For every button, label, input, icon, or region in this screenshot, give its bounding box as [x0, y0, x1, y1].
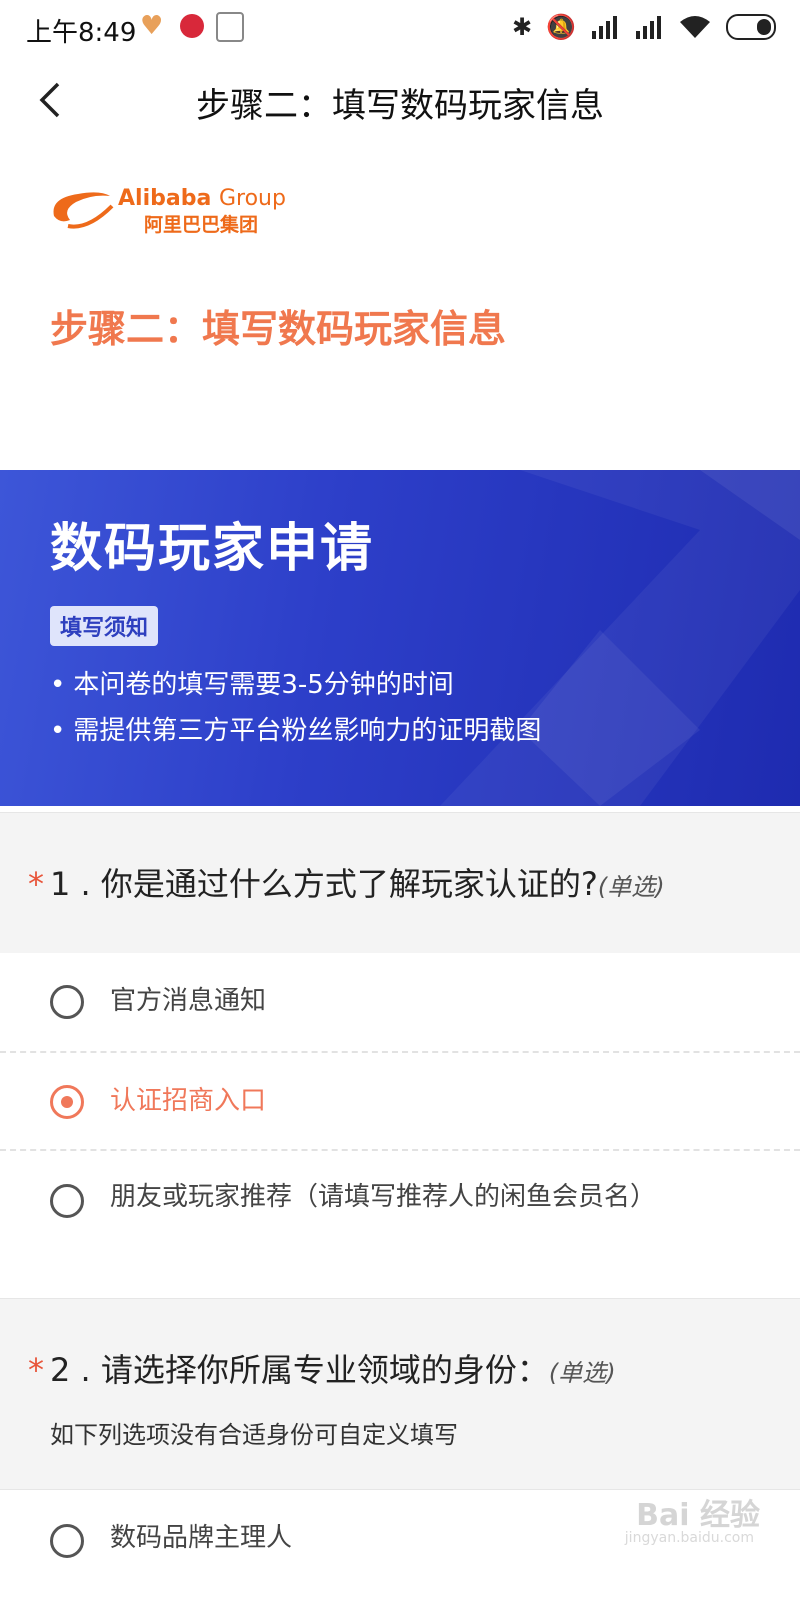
notice-item: 本问卷的填写需要3-5分钟的时间 — [50, 662, 541, 708]
option-label: 数码品牌主理人 — [110, 1523, 293, 1553]
bluetooth-icon: ✱ — [512, 13, 533, 41]
signal-icon — [636, 16, 661, 39]
radio-button-selected[interactable] — [50, 1085, 84, 1119]
watermark-url: jingyan.baidu.com — [624, 1530, 754, 1546]
phone-app-icon — [216, 12, 244, 42]
status-time: 上午8:49 — [26, 18, 137, 48]
application-banner: 数码玩家申请 填写须知 本问卷的填写需要3-5分钟的时间 需提供第三方平台粉丝影… — [0, 470, 800, 806]
bank-app-icon — [180, 14, 204, 38]
radio-button[interactable] — [50, 1184, 84, 1218]
question-2-header: * 2 . 请选择你所属专业领域的身份：(单选) 如下列选项没有合适身份可自定义填… — [0, 1298, 800, 1490]
question-1-header: * 1 . 你是通过什么方式了解玩家认证的?(单选) — [0, 812, 800, 954]
page-title: 步骤二：填写数码玩家信息 — [196, 86, 604, 126]
option-certification-entry[interactable]: 认证招商入口 — [0, 1053, 800, 1151]
status-bar: 上午8:49 ♥ ✱ 🔕 — [0, 0, 800, 56]
status-right-icons: ✱ 🔕 — [512, 14, 776, 40]
hd-signal-icon — [592, 16, 617, 39]
notice-item: 需提供第三方平台粉丝影响力的证明截图 — [50, 708, 541, 754]
radio-button[interactable] — [50, 985, 84, 1019]
battery-icon — [726, 14, 776, 40]
option-label: 官方消息通知 — [110, 986, 267, 1016]
option-friend-referral[interactable]: 朋友或玩家推荐（请填写推荐人的闲鱼会员名） — [0, 1151, 800, 1297]
radio-button[interactable] — [50, 1524, 84, 1558]
banner-title: 数码玩家申请 — [50, 519, 375, 579]
status-left-icons: ♥ — [140, 12, 244, 42]
question-type: (单选) — [548, 1359, 616, 1387]
notice-tag: 填写须知 — [50, 606, 159, 646]
option-official-notice[interactable]: 官方消息通知 — [0, 953, 800, 1053]
alibaba-smile-icon — [53, 192, 114, 229]
question-2-hint: 如下列选项没有合适身份可自定义填写 — [50, 1421, 458, 1449]
option-label: 朋友或玩家推荐（请填写推荐人的闲鱼会员名） — [110, 1182, 657, 1212]
alibaba-logo: Alibaba Group 阿里巴巴集团 — [48, 186, 308, 238]
baidu-watermark: Bai 经验 — [636, 1498, 760, 1533]
required-mark: * — [28, 1351, 44, 1389]
option-label: 认证招商入口 — [110, 1086, 267, 1116]
question-2-title: * 2 . 请选择你所属专业领域的身份：(单选) — [28, 1351, 616, 1389]
logo-text-en: Alibaba Group — [118, 186, 286, 211]
bell-muted-icon: 🔕 — [546, 13, 576, 41]
step-title: 步骤二：填写数码玩家信息 — [50, 307, 507, 351]
question-type: (单选) — [597, 873, 665, 901]
logo-text-cn: 阿里巴巴集团 — [144, 214, 259, 236]
question-1-title: * 1 . 你是通过什么方式了解玩家认证的?(单选) — [28, 865, 665, 903]
health-heart-icon: ♥ — [140, 11, 164, 41]
header: 步骤二：填写数码玩家信息 — [0, 56, 800, 146]
notice-list: 本问卷的填写需要3-5分钟的时间 需提供第三方平台粉丝影响力的证明截图 — [50, 662, 541, 754]
required-mark: * — [28, 865, 44, 903]
wifi-icon — [680, 16, 710, 38]
